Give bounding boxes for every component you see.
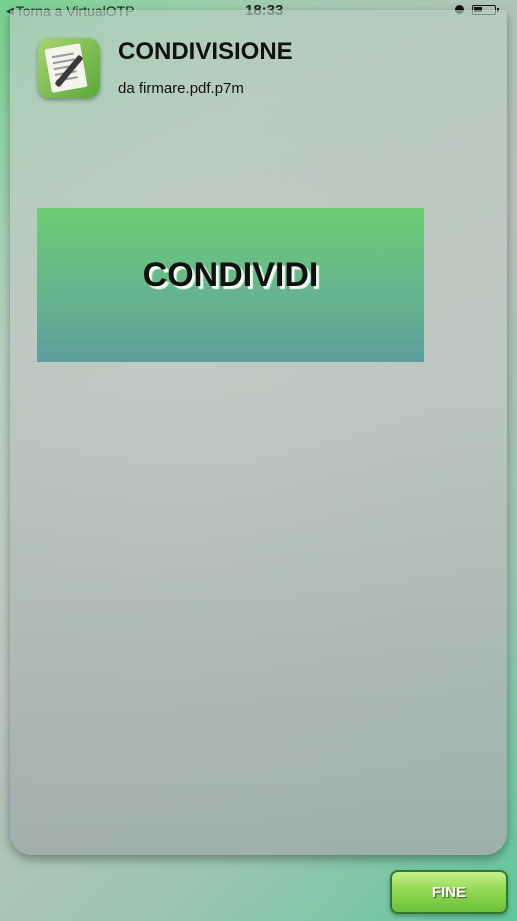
page-title: CONDIVISIONE — [118, 38, 293, 65]
file-name: da firmare.pdf.p7m — [118, 80, 244, 97]
share-button-label: CONDIVIDI — [142, 255, 319, 294]
main-panel — [10, 10, 507, 855]
app-logo-icon — [38, 38, 100, 98]
done-button-label: FINE — [431, 883, 467, 901]
share-button[interactable]: CONDIVIDI — [37, 208, 424, 362]
done-button[interactable]: FINE — [390, 870, 508, 914]
